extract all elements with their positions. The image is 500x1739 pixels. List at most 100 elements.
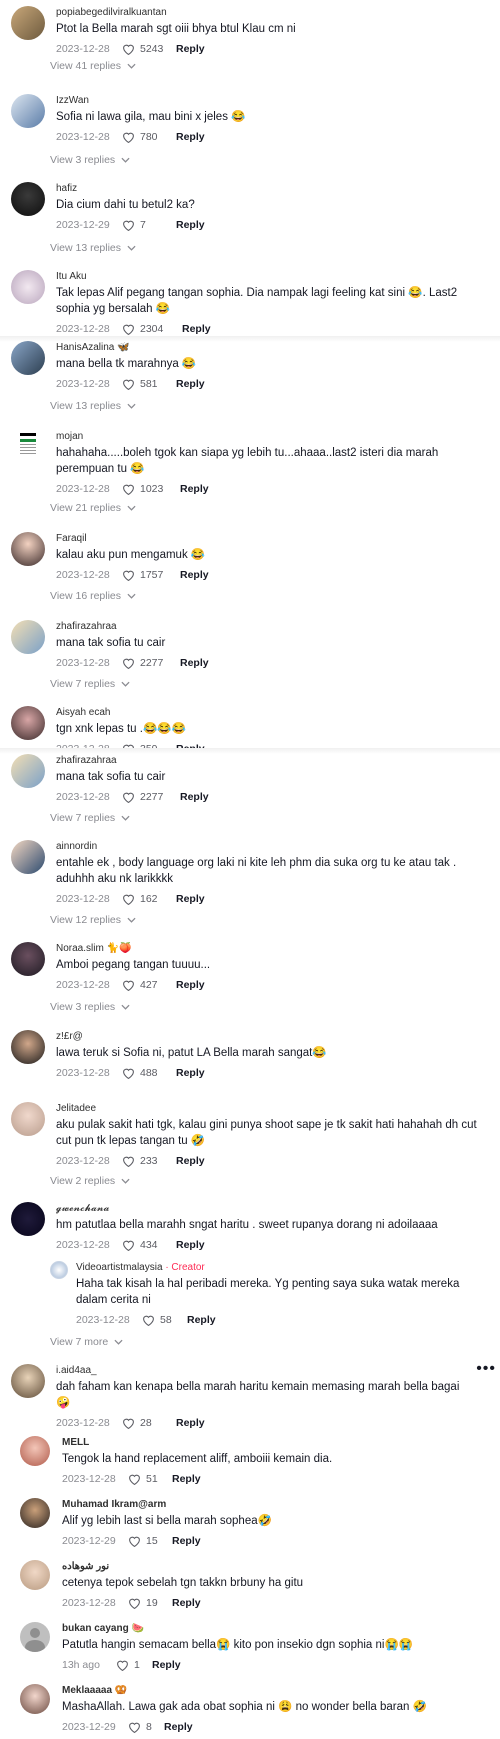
reply-button[interactable]: Reply: [176, 43, 205, 55]
view-replies-button[interactable]: View 7 replies: [50, 678, 130, 690]
reply-button[interactable]: Reply: [187, 1314, 216, 1326]
avatar[interactable]: [50, 1261, 68, 1279]
comment-username[interactable]: zhafirazahraa: [56, 620, 492, 633]
like-button[interactable]: 51: [128, 1473, 172, 1485]
comment-username[interactable]: bukan cayang 🍉: [62, 1622, 492, 1635]
like-button[interactable]: 7: [122, 219, 176, 231]
comment-username[interactable]: popiabegedilviralkuantan: [56, 6, 492, 19]
avatar[interactable]: [11, 1102, 45, 1136]
like-button[interactable]: 488: [122, 1067, 176, 1079]
comment-username[interactable]: hafiz: [56, 182, 492, 195]
comment-username[interactable]: MELL: [62, 1436, 492, 1449]
view-replies-button[interactable]: View 41 replies: [50, 60, 136, 72]
avatar[interactable]: [11, 341, 45, 375]
comment-username[interactable]: ainnordin: [56, 840, 492, 853]
avatar[interactable]: [11, 754, 45, 788]
comment-username[interactable]: Noraa.slim 🐈🍑: [56, 942, 492, 955]
avatar[interactable]: [11, 706, 45, 740]
comment-username[interactable]: i.aid4aa_: [56, 1364, 476, 1377]
reply-button[interactable]: Reply: [172, 1597, 201, 1609]
avatar[interactable]: [11, 840, 45, 874]
like-button[interactable]: 162: [122, 893, 176, 905]
like-button[interactable]: 19: [128, 1597, 172, 1609]
avatar[interactable]: [11, 942, 45, 976]
comment-username[interactable]: 𝓰𝔀𝓮𝓷𝓬𝓱𝓪𝓷𝓪: [56, 1202, 492, 1215]
avatar[interactable]: [11, 620, 45, 654]
like-button[interactable]: 1757: [122, 569, 180, 581]
avatar[interactable]: [11, 532, 45, 566]
comment-username[interactable]: Muhamad Ikram@arm: [62, 1498, 492, 1511]
avatar[interactable]: [11, 94, 45, 128]
comment-username[interactable]: Meklaaaaa 🥨: [62, 1684, 492, 1697]
like-button[interactable]: 1023: [122, 483, 180, 495]
view-replies-button[interactable]: View 7 replies: [50, 812, 130, 824]
comment-username[interactable]: Jelitadee: [56, 1102, 492, 1115]
comment-username[interactable]: IzzWan: [56, 94, 492, 107]
comment-username[interactable]: HanisAzalina 🦋: [56, 341, 492, 354]
comment-username[interactable]: Aisyah ecah: [56, 706, 492, 719]
reply-button[interactable]: Reply: [164, 1721, 193, 1733]
comment-text: entahle ek , body language org laki ni k…: [56, 857, 457, 885]
reply-button[interactable]: Reply: [176, 979, 205, 991]
avatar[interactable]: [20, 1436, 50, 1466]
avatar[interactable]: [11, 270, 45, 304]
reply-button[interactable]: Reply: [176, 131, 205, 143]
avatar[interactable]: [11, 1364, 45, 1398]
reply-button[interactable]: Reply: [172, 1473, 201, 1485]
view-replies-button[interactable]: View 3 replies: [50, 154, 130, 166]
comment-username[interactable]: zhafirazahraa: [56, 754, 492, 767]
reply-button[interactable]: Reply: [180, 483, 209, 495]
like-button[interactable]: 28: [122, 1417, 176, 1429]
comment-username[interactable]: mojan: [56, 430, 492, 443]
like-button[interactable]: 2304: [122, 323, 182, 335]
view-replies-button[interactable]: View 3 replies: [50, 1001, 130, 1013]
comment-username[interactable]: Itu Aku: [56, 270, 492, 283]
like-button[interactable]: 233: [122, 1155, 176, 1167]
reply-button[interactable]: Reply: [176, 1417, 205, 1429]
view-replies-button[interactable]: View 12 replies: [50, 914, 136, 926]
avatar[interactable]: [20, 1684, 50, 1714]
reply-button[interactable]: Reply: [176, 1155, 205, 1167]
comment-username[interactable]: z!£r@: [56, 1030, 492, 1043]
reply-button[interactable]: Reply: [176, 1239, 205, 1251]
more-options-icon[interactable]: •••: [476, 1360, 496, 1378]
avatar[interactable]: [11, 1030, 45, 1064]
reply-button[interactable]: Reply: [176, 1067, 205, 1079]
like-button[interactable]: 15: [128, 1535, 172, 1547]
like-button[interactable]: 5243: [122, 43, 176, 55]
reply-button[interactable]: Reply: [176, 378, 205, 390]
reply-button[interactable]: Reply: [180, 569, 209, 581]
like-button[interactable]: 2277: [122, 791, 180, 803]
view-replies-button[interactable]: View 2 replies: [50, 1175, 130, 1187]
view-replies-button[interactable]: View 13 replies: [50, 242, 136, 254]
like-button[interactable]: 780: [122, 131, 176, 143]
avatar[interactable]: [11, 1202, 45, 1236]
reply-button[interactable]: Reply: [176, 219, 205, 231]
flag-avatar[interactable]: [11, 430, 45, 464]
reply-button[interactable]: Reply: [180, 657, 209, 669]
avatar[interactable]: [20, 1498, 50, 1528]
like-button[interactable]: 427: [122, 979, 176, 991]
like-button[interactable]: 58: [142, 1314, 187, 1326]
like-button[interactable]: 1: [116, 1659, 152, 1671]
view-replies-button[interactable]: View 13 replies: [50, 400, 136, 412]
like-button[interactable]: 2277: [122, 657, 180, 669]
view-more-button[interactable]: View 7 more: [50, 1336, 123, 1348]
comment-username[interactable]: Videoartistmalaysia: [76, 1262, 163, 1273]
like-button[interactable]: 8: [128, 1721, 164, 1733]
avatar[interactable]: [20, 1560, 50, 1590]
like-button[interactable]: 434: [122, 1239, 176, 1251]
view-replies-button[interactable]: View 21 replies: [50, 502, 136, 514]
view-replies-button[interactable]: View 16 replies: [50, 590, 136, 602]
comment-username[interactable]: Faraqil: [56, 532, 492, 545]
reply-button[interactable]: Reply: [180, 791, 209, 803]
avatar[interactable]: [11, 6, 45, 40]
reply-button[interactable]: Reply: [176, 893, 205, 905]
avatar[interactable]: [11, 182, 45, 216]
default-avatar[interactable]: [20, 1622, 50, 1652]
like-button[interactable]: 581: [122, 378, 176, 390]
reply-button[interactable]: Reply: [182, 323, 211, 335]
comment-username[interactable]: نور شوهاده: [62, 1560, 492, 1573]
reply-button[interactable]: Reply: [172, 1535, 201, 1547]
reply-button[interactable]: Reply: [152, 1659, 181, 1671]
